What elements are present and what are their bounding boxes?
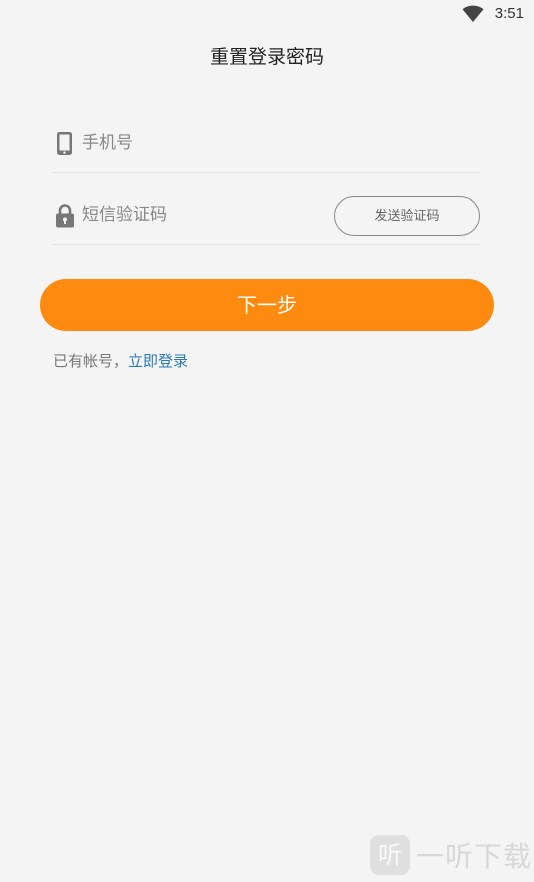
login-prompt: 已有帐号，: [53, 352, 129, 370]
sms-code-input[interactable]: [82, 200, 332, 230]
status-time: 3:51: [494, 5, 524, 22]
lock-icon: [56, 204, 74, 228]
phone-field: [52, 114, 480, 173]
login-hint: 已有帐号，立即登录: [53, 350, 188, 371]
next-button[interactable]: 下一步: [40, 279, 494, 331]
status-bar: 3:51: [0, 0, 534, 30]
wifi-icon: [462, 5, 484, 22]
watermark-logo: 听: [369, 835, 410, 875]
watermark: 听 一听下载: [369, 834, 532, 876]
login-link[interactable]: 立即登录: [128, 352, 188, 370]
sms-code-field: 发送验证码: [52, 186, 480, 245]
phone-input[interactable]: [82, 128, 332, 158]
send-code-button[interactable]: 发送验证码: [334, 196, 480, 236]
smartphone-icon: [57, 132, 72, 155]
watermark-text: 一听下载: [415, 840, 532, 873]
page-title: 重置登录密码: [209, 46, 324, 68]
